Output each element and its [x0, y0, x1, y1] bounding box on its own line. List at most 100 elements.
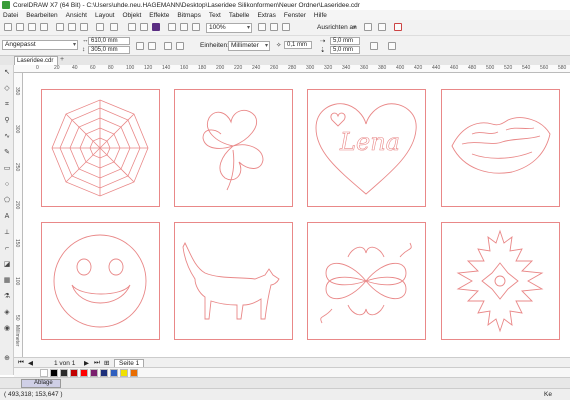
ablage-tab[interactable]: Ablage — [21, 379, 61, 388]
smart-fill-icon[interactable]: ◉ — [3, 325, 11, 333]
shape-tool-icon[interactable]: ◇ — [3, 85, 11, 93]
menu-hilfe[interactable]: Hilfe — [314, 12, 327, 19]
application-launcher-icon[interactable] — [394, 23, 402, 31]
publish-pdf-icon[interactable] — [168, 23, 176, 31]
connector-tool-icon[interactable]: ⌐ — [3, 245, 11, 253]
horizontal-ruler[interactable]: 0 20 40 60 80 100 120 140 160 180 200 220 240 260 280 3… — [14, 65, 570, 73]
drawing-canvas[interactable]: Lena — [23, 73, 570, 357]
design-spider-web[interactable] — [41, 89, 160, 207]
vertical-ruler[interactable]: 350 300 250 200 150 100 50 Millimeter — [14, 73, 23, 357]
menu-objekt[interactable]: Objekt — [123, 12, 142, 19]
freehand-tool-icon[interactable]: ∿ — [3, 133, 11, 141]
ruler-tick-left: 350 — [14, 87, 20, 96]
page-height-field[interactable]: 305,0 mm — [88, 46, 130, 54]
menu-tabelle[interactable]: Tabelle — [229, 12, 250, 19]
launcher-icon[interactable] — [180, 23, 188, 31]
swatch-black[interactable] — [50, 369, 58, 377]
zoom-level-select[interactable]: 100% — [206, 23, 252, 33]
redo-icon[interactable] — [110, 23, 118, 31]
last-page-icon[interactable]: ⏭ — [94, 359, 100, 367]
current-page-icon[interactable] — [176, 42, 184, 50]
undo-icon[interactable] — [96, 23, 104, 31]
all-pages-icon[interactable] — [164, 42, 172, 50]
spider-web-icon — [51, 99, 149, 197]
design-snowflake[interactable] — [441, 222, 560, 340]
grid-icon[interactable] — [282, 23, 290, 31]
rulers-icon[interactable] — [270, 23, 278, 31]
page-width-field[interactable]: 610,0 mm — [88, 37, 130, 45]
duplicate-y-field[interactable]: 5,0 mm — [330, 46, 360, 54]
landscape-icon[interactable] — [148, 42, 156, 50]
menu-effekte[interactable]: Effekte — [149, 12, 169, 19]
snap-to-select[interactable]: Ausrichten an — [314, 23, 358, 33]
swatch-dark-gray[interactable] — [60, 369, 68, 377]
swatch-white[interactable] — [40, 369, 48, 377]
swatch-yellow[interactable] — [120, 369, 128, 377]
units-select[interactable]: Millimeter — [228, 41, 270, 51]
next-page-icon[interactable]: ▶ — [84, 359, 89, 367]
menu-datei[interactable]: Datei — [3, 12, 18, 19]
paste-icon[interactable] — [80, 23, 88, 31]
design-heart-lena[interactable]: Lena — [307, 89, 426, 207]
zoom-tool-icon[interactable]: ⚲ — [3, 117, 11, 125]
swatch-blue[interactable] — [110, 369, 118, 377]
cut-icon[interactable] — [56, 23, 64, 31]
first-page-icon[interactable]: ⏮ — [18, 359, 24, 367]
corel-connect-icon[interactable] — [152, 23, 160, 31]
menu-fenster[interactable]: Fenster — [284, 12, 306, 19]
pick-tool-icon[interactable]: ↖ — [3, 69, 11, 77]
page-size-select[interactable]: Angepasst — [2, 40, 78, 50]
open-icon[interactable] — [16, 23, 24, 31]
duplicate-x-field[interactable]: 5,0 mm — [330, 37, 360, 45]
add-tab-icon[interactable]: + — [60, 56, 64, 64]
crop-tool-icon[interactable]: ⌗ — [3, 101, 11, 109]
swatch-red[interactable] — [80, 369, 88, 377]
eyedropper-tool-icon[interactable]: ⚗ — [3, 293, 11, 301]
menu-ansicht[interactable]: Ansicht — [66, 12, 87, 19]
full-screen-icon[interactable] — [258, 23, 266, 31]
menu-extras[interactable]: Extras — [257, 12, 275, 19]
print-icon[interactable] — [40, 23, 48, 31]
ruler-tick-top: 340 — [342, 65, 351, 71]
artistic-media-icon[interactable]: ✎ — [3, 149, 11, 157]
design-four-leaf-clover[interactable] — [174, 89, 293, 207]
interactive-fill-icon[interactable]: ◈ — [3, 309, 11, 317]
add-page-icon[interactable]: ⊞ — [104, 359, 109, 367]
transparency-tool-icon[interactable]: ▦ — [3, 277, 11, 285]
menu-bearbeiten[interactable]: Bearbeiten — [26, 12, 57, 19]
swatch-orange[interactable] — [130, 369, 138, 377]
search-icon[interactable] — [128, 23, 136, 31]
save-icon[interactable] — [28, 23, 36, 31]
rectangle-tool-icon[interactable]: ▭ — [3, 165, 11, 173]
portrait-icon[interactable] — [136, 42, 144, 50]
menu-bitmaps[interactable]: Bitmaps — [177, 12, 200, 19]
nudge-distance-field[interactable]: 0,1 mm — [284, 41, 312, 49]
align-icon[interactable] — [364, 23, 372, 31]
swatch-navy[interactable] — [100, 369, 108, 377]
swatch-purple[interactable] — [90, 369, 98, 377]
menu-layout[interactable]: Layout — [95, 12, 115, 19]
drop-shadow-icon[interactable]: ◪ — [3, 261, 11, 269]
polygon-tool-icon[interactable]: ⬠ — [3, 197, 11, 205]
welcome-icon[interactable] — [192, 23, 200, 31]
quick-customize-icon[interactable] — [388, 42, 396, 50]
prev-page-icon[interactable]: ◀ — [28, 359, 33, 367]
design-cat[interactable] — [174, 222, 293, 340]
design-smiley[interactable] — [41, 222, 160, 340]
design-lips-kiss[interactable] — [441, 89, 560, 207]
ruler-tick-top: 120 — [144, 65, 153, 71]
ellipse-tool-icon[interactable]: ○ — [3, 181, 11, 189]
parallel-dimension-icon[interactable]: ⟂ — [3, 229, 11, 237]
copy-icon[interactable] — [68, 23, 76, 31]
treat-as-filled-icon[interactable] — [370, 42, 378, 50]
heart-name-text: Lena — [339, 128, 400, 156]
document-tab[interactable]: Laseridee.cdr — [14, 56, 58, 65]
new-document-icon[interactable] — [4, 23, 12, 31]
options-icon[interactable] — [378, 23, 386, 31]
swatch-dark-red[interactable] — [70, 369, 78, 377]
add-tool-icon[interactable]: ⊕ — [3, 355, 11, 363]
import-icon[interactable] — [140, 23, 148, 31]
design-celtic-knot[interactable] — [307, 222, 426, 340]
menu-text[interactable]: Text — [209, 12, 221, 19]
text-tool-icon[interactable]: A — [3, 213, 11, 221]
